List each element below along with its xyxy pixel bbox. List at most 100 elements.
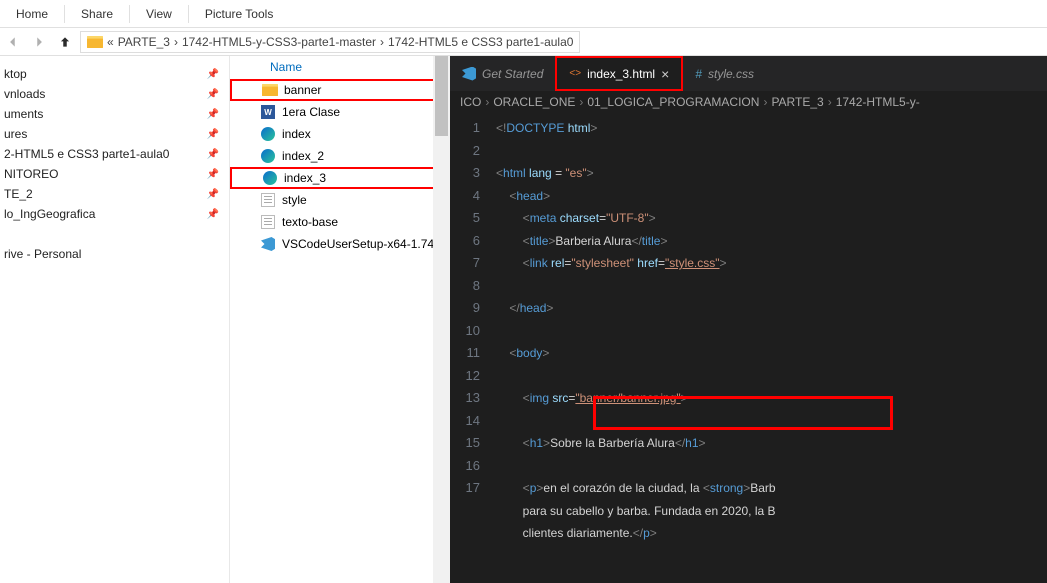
nav-forward-button — [28, 31, 50, 53]
folder-icon — [262, 82, 278, 98]
code-line[interactable]: 1<!DOCTYPE html> — [450, 117, 1047, 140]
editor-tab-label: style.css — [708, 67, 754, 81]
code-line[interactable]: 6 <title>Barberia Alura</title> — [450, 230, 1047, 253]
chevron-right-icon: › — [174, 35, 178, 49]
editor-tab[interactable]: # style.css — [683, 56, 766, 91]
line-number: 2 — [450, 140, 496, 163]
editor-tab[interactable]: <>index_3.html× — [555, 56, 683, 91]
file-row[interactable]: banner — [230, 79, 450, 101]
file-row[interactable]: index_2 — [230, 145, 450, 167]
line-number: 5 — [450, 207, 496, 230]
editor-breadcrumb[interactable]: ICO›ORACLE_ONE›01_LOGICA_PROGRAMACION›PA… — [450, 91, 1047, 113]
tree-item[interactable]: rive - Personal — [0, 244, 229, 264]
css-file-icon: # — [695, 67, 702, 81]
text-file-icon — [260, 214, 276, 230]
pin-icon: 📌 — [207, 189, 219, 200]
code-line[interactable]: clientes diariamente.</p> — [450, 522, 1047, 545]
file-name: index_2 — [282, 149, 324, 163]
code-line[interactable]: 5 <meta charset="UTF-8"> — [450, 207, 1047, 230]
ribbon-picture-tools[interactable]: Picture Tools — [197, 3, 281, 25]
file-row[interactable]: index — [230, 123, 450, 145]
code-line[interactable]: 7 <link rel="stylesheet" href="style.css… — [450, 252, 1047, 275]
chevron-right-icon: › — [579, 95, 583, 109]
line-number: 7 — [450, 252, 496, 275]
tree-item-label: rive - Personal — [4, 247, 81, 261]
line-number: 15 — [450, 432, 496, 455]
editor-breadcrumb-item[interactable]: ORACLE_ONE — [493, 95, 575, 109]
line-number: 10 — [450, 320, 496, 343]
close-icon[interactable]: × — [661, 66, 669, 82]
nav-up-button[interactable] — [54, 31, 76, 53]
file-row[interactable]: index_3 — [230, 167, 450, 189]
code-line[interactable]: 14 — [450, 410, 1047, 433]
nav-tree: ktop📌vnloads📌uments📌ures📌2-HTML5 e CSS3 … — [0, 56, 230, 583]
editor-breadcrumb-item[interactable]: ICO — [460, 95, 481, 109]
pin-icon: 📌 — [207, 169, 219, 180]
vscode-icon — [462, 67, 476, 81]
editor-tab[interactable]: Get Started — [450, 56, 555, 91]
code-line[interactable]: 3<html lang = "es"> — [450, 162, 1047, 185]
code-line[interactable]: 12 — [450, 365, 1047, 388]
code-line[interactable]: 16 — [450, 455, 1047, 478]
ribbon-share[interactable]: Share — [73, 3, 121, 25]
tree-item[interactable]: ktop📌 — [0, 64, 229, 84]
file-row[interactable]: VSCodeUserSetup-x64-1.74.3 — [230, 233, 450, 255]
line-number: 14 — [450, 410, 496, 433]
line-number: 13 — [450, 387, 496, 410]
ribbon-home[interactable]: Home — [8, 3, 56, 25]
editor-breadcrumb-item[interactable]: 1742-HTML5-y- — [836, 95, 920, 109]
line-number — [450, 522, 496, 545]
ribbon-view[interactable]: View — [138, 3, 180, 25]
line-number: 12 — [450, 365, 496, 388]
tree-item[interactable]: NITOREO📌 — [0, 164, 229, 184]
line-number: 17 — [450, 477, 496, 500]
code-text: <html lang = "es"> — [496, 162, 594, 185]
code-text: <p>en el corazón de la ciudad, la <stron… — [496, 477, 776, 500]
code-line[interactable]: para su cabello y barba. Fundada en 2020… — [450, 500, 1047, 523]
code-text: clientes diariamente.</p> — [496, 522, 657, 545]
file-row[interactable]: texto-base — [230, 211, 450, 233]
breadcrumb-item[interactable]: 1742-HTML5-y-CSS3-parte1-master — [182, 35, 376, 49]
breadcrumb-item[interactable]: PARTE_3 — [118, 35, 170, 49]
tree-item-label: 2-HTML5 e CSS3 parte1-aula0 — [4, 147, 169, 161]
code-line[interactable]: 11 <body> — [450, 342, 1047, 365]
editor-breadcrumb-item[interactable]: PARTE_3 — [771, 95, 823, 109]
file-row[interactable]: W1era Clase — [230, 101, 450, 123]
tree-item[interactable]: ures📌 — [0, 124, 229, 144]
tree-item[interactable]: lo_IngGeografica📌 — [0, 204, 229, 224]
code-text: <head> — [496, 185, 550, 208]
code-text: <body> — [496, 342, 549, 365]
main: ktop📌vnloads📌uments📌ures📌2-HTML5 e CSS3 … — [0, 56, 1047, 583]
file-row[interactable]: style — [230, 189, 450, 211]
code-text: <meta charset="UTF-8"> — [496, 207, 656, 230]
code-area[interactable]: 1<!DOCTYPE html>23<html lang = "es">4 <h… — [450, 113, 1047, 549]
chevron-right-icon: › — [380, 35, 384, 49]
code-text: <!DOCTYPE html> — [496, 117, 597, 140]
tree-item[interactable]: 2-HTML5 e CSS3 parte1-aula0📌 — [0, 144, 229, 164]
scrollbar-thumb[interactable] — [435, 56, 448, 136]
chevron-right-icon: › — [485, 95, 489, 109]
tree-item[interactable]: TE_2📌 — [0, 184, 229, 204]
tree-item[interactable]: vnloads📌 — [0, 84, 229, 104]
editor-breadcrumb-item[interactable]: 01_LOGICA_PROGRAMACION — [587, 95, 759, 109]
tree-item[interactable] — [0, 224, 229, 244]
code-line[interactable]: 9 </head> — [450, 297, 1047, 320]
code-line[interactable]: 2 — [450, 140, 1047, 163]
column-header-name[interactable]: Name — [260, 56, 450, 79]
tree-item[interactable]: uments📌 — [0, 104, 229, 124]
code-line[interactable]: 4 <head> — [450, 185, 1047, 208]
scrollbar[interactable] — [433, 56, 450, 583]
code-line[interactable]: 17 <p>en el corazón de la ciudad, la <st… — [450, 477, 1047, 500]
code-text: </head> — [496, 297, 553, 320]
breadcrumb-item[interactable]: 1742-HTML5 e CSS3 parte1-aula0 — [388, 35, 573, 49]
breadcrumb[interactable]: « PARTE_3 › 1742-HTML5-y-CSS3-parte1-mas… — [80, 31, 580, 53]
code-line[interactable]: 13 <img src="banner/banner.jpg"> — [450, 387, 1047, 410]
line-number: 8 — [450, 275, 496, 298]
code-line[interactable]: 15 <h1>Sobre la Barbería Alura</h1> — [450, 432, 1047, 455]
ribbon-sep — [188, 5, 189, 23]
code-text: para su cabello y barba. Fundada en 2020… — [496, 500, 776, 523]
code-line[interactable]: 8 — [450, 275, 1047, 298]
code-line[interactable]: 10 — [450, 320, 1047, 343]
line-number: 9 — [450, 297, 496, 320]
editor-tab-label: Get Started — [482, 67, 543, 81]
